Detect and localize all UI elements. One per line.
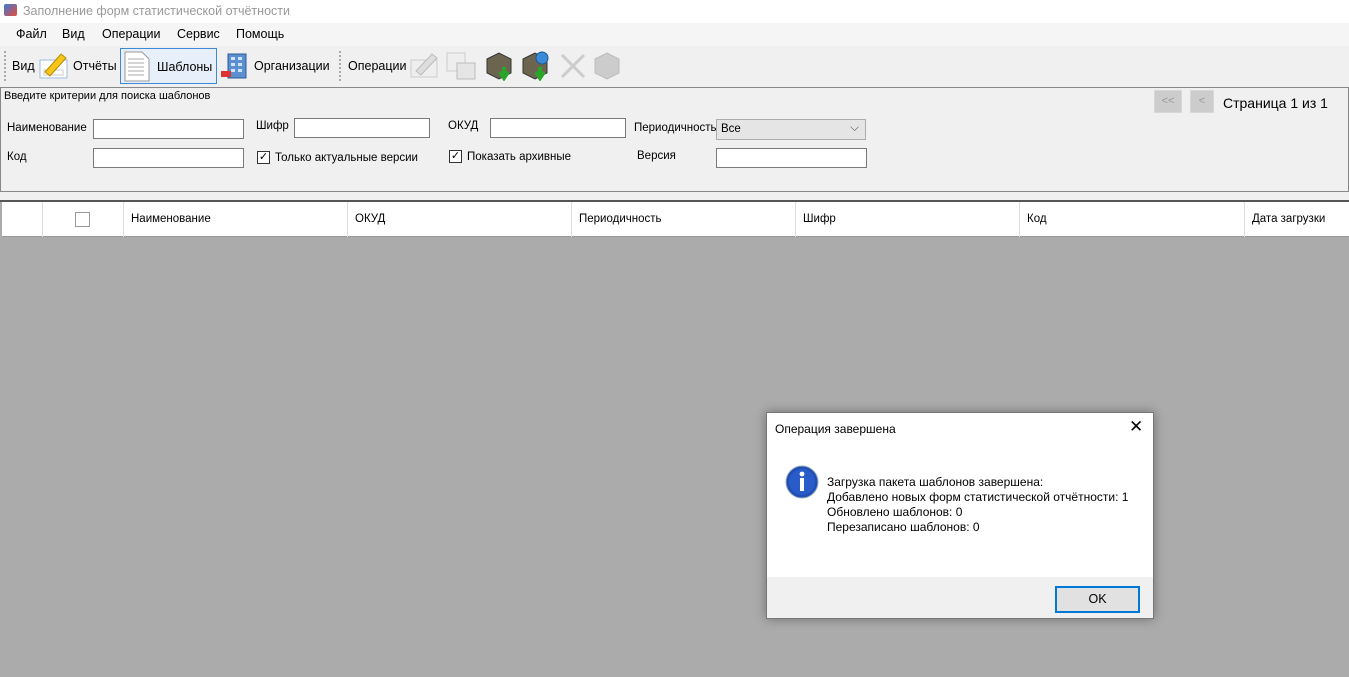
ok-button[interactable]: OK [1055,586,1140,613]
periodicity-label: Периодичность [634,122,717,134]
close-icon[interactable]: ✕ [1129,417,1143,437]
cipher-input[interactable] [294,118,430,138]
menu-bar: Файл Вид Операции Сервис Помощь [0,23,1349,46]
edit-icon-disabled [410,53,438,78]
building-icon [221,53,247,79]
dialog-message-line: Добавлено новых форм статистической отчё… [827,490,1129,504]
search-caption: Введите критерии для поиска шаблонов [4,90,211,102]
chevron-down-icon: ⌵ [850,122,859,134]
column-periodicity[interactable]: Периодичность [571,202,795,237]
dialog-message-line: Перезаписано шаблонов: 0 [827,520,980,534]
column-upload-date[interactable]: Дата загрузки [1244,202,1349,237]
dialog-title: Операция завершена [775,422,896,436]
reports-button[interactable]: Отчёты [38,49,118,83]
cipher-label: Шифр [256,120,289,132]
window-title: Заполнение форм статистической отчётност… [23,4,290,18]
code-input[interactable] [93,148,244,168]
toolbar-separator [339,51,341,81]
pencil-icon [39,53,68,79]
grid-header: Наименование ОКУД Периодичность Шифр Код… [2,202,1349,237]
download-web-package-icon[interactable] [520,51,550,81]
delete-icon-disabled [560,53,586,79]
templates-label: Шаблоны [157,60,213,74]
page-indicator: Страница 1 из 1 [1223,95,1328,111]
toolbar: Вид Отчёты Шаблоны Организации Операции [0,46,1349,86]
okud-input[interactable] [490,118,626,138]
template-doc-icon [124,51,150,82]
code-label: Код [7,151,27,163]
name-input[interactable] [93,119,244,139]
menu-file[interactable]: Файл [16,27,47,41]
app-icon [4,4,17,16]
menu-service[interactable]: Сервис [177,27,220,41]
only-actual-label: Только актуальные версии [275,152,418,164]
title-bar: Заполнение форм статистической отчётност… [0,0,1349,23]
version-label: Версия [637,150,676,162]
dialog-message-line: Обновлено шаблонов: 0 [827,505,963,519]
organizations-label: Организации [254,59,330,73]
download-package-icon[interactable] [484,51,514,81]
show-archived-label: Показать архивные [467,151,572,163]
select-all-cell [42,202,123,237]
select-all-checkbox[interactable] [75,212,90,227]
toolbar-grip[interactable] [4,51,6,81]
organizations-button[interactable]: Организации [220,49,335,83]
okud-label: ОКУД [448,120,479,132]
menu-operations[interactable]: Операции [102,27,160,41]
periodicity-select[interactable]: Все ⌵ [716,119,866,140]
view-label: Вид [12,59,35,73]
info-icon [785,465,819,499]
prev-page-button[interactable]: < [1190,90,1214,113]
first-page-button[interactable]: << [1154,90,1182,113]
name-label: Наименование [7,122,87,134]
periodicity-value: Все [721,123,741,135]
only-actual-checkbox[interactable]: ✓ [257,151,270,164]
operation-complete-dialog: Операция завершена ✕ Загрузка пакета шаб… [766,412,1154,619]
search-panel: Введите критерии для поиска шаблонов Наи… [0,87,1349,192]
upload-package-icon-disabled [594,52,620,80]
column-cipher[interactable]: Шифр [795,202,1019,237]
menu-help[interactable]: Помощь [236,27,284,41]
column-okud[interactable]: ОКУД [347,202,571,237]
show-archived-checkbox[interactable]: ✓ [449,150,462,163]
templates-button[interactable]: Шаблоны [120,48,217,84]
dialog-message-line: Загрузка пакета шаблонов завершена: [827,475,1044,489]
operations-label: Операции [348,59,407,73]
reports-label: Отчёты [73,59,117,73]
column-name[interactable]: Наименование [123,202,347,237]
column-code[interactable]: Код [1019,202,1244,237]
version-input[interactable] [716,148,867,168]
menu-view[interactable]: Вид [62,27,85,41]
copy-table-icon-disabled [446,52,476,80]
